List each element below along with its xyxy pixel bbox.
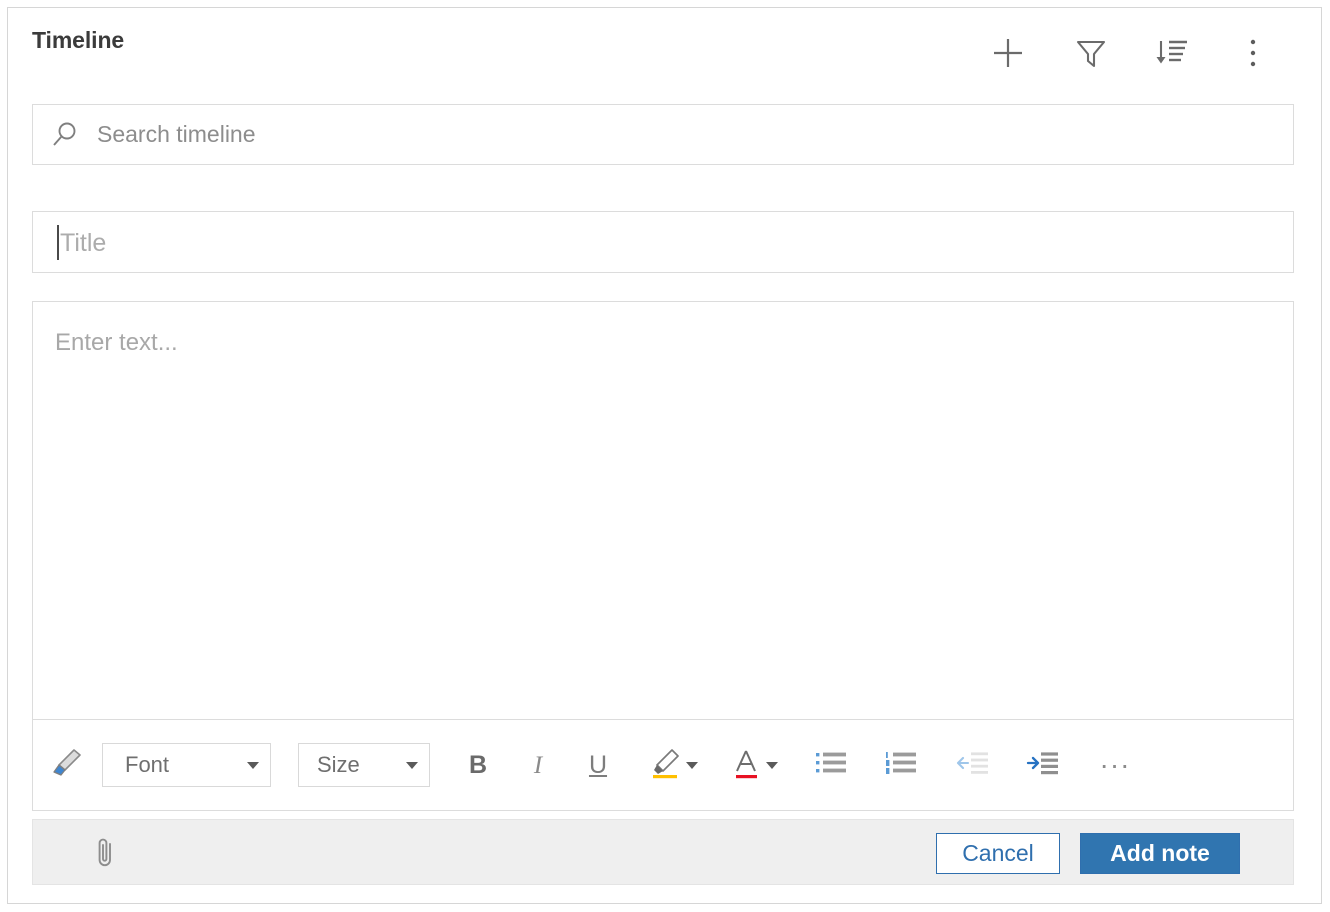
chevron-down-icon <box>247 761 259 769</box>
plus-icon <box>991 36 1025 75</box>
cancel-button-label: Cancel <box>962 840 1034 866</box>
format-painter-button[interactable] <box>33 737 99 793</box>
text-caret <box>57 225 59 260</box>
numbered-list-icon <box>885 749 917 782</box>
decrease-indent-button[interactable] <box>942 737 1004 793</box>
search-placeholder: Search timeline <box>97 121 256 147</box>
panel-header: Timeline <box>8 8 1321 85</box>
font-family-label: Font <box>125 752 170 777</box>
cancel-button[interactable]: Cancel <box>936 833 1060 874</box>
numbered-list-button[interactable] <box>870 737 932 793</box>
add-note-button[interactable]: Add note <box>1080 833 1240 874</box>
font-color-button[interactable] <box>716 737 794 793</box>
sort-descending-icon <box>1154 36 1190 75</box>
highlighter-icon <box>648 747 682 784</box>
increase-indent-icon <box>1026 749 1060 782</box>
underline-icon: U <box>588 750 608 779</box>
filter-button[interactable] <box>1068 32 1114 78</box>
bold-icon: B <box>468 750 488 779</box>
formatting-toolbar: Font Size B I U ··· <box>33 719 1293 810</box>
note-title-input[interactable]: Title <box>32 211 1294 273</box>
bold-button[interactable]: B <box>448 737 508 793</box>
underline-button[interactable]: U <box>568 737 628 793</box>
chevron-down-icon[interactable] <box>686 761 698 769</box>
chevron-down-icon <box>406 761 418 769</box>
attach-file-button[interactable] <box>86 834 126 874</box>
increase-indent-button[interactable] <box>1012 737 1074 793</box>
timeline-panel: Timeline Search timeline Title Enter tex… <box>7 7 1322 904</box>
font-family-select[interactable]: Font <box>102 743 271 787</box>
highlight-button[interactable] <box>634 737 712 793</box>
italic-button[interactable]: I <box>508 737 568 793</box>
bulleted-list-button[interactable] <box>800 737 862 793</box>
note-title-placeholder: Title <box>60 229 107 257</box>
sort-button[interactable] <box>1149 32 1195 78</box>
paperclip-icon <box>93 835 119 874</box>
chevron-down-icon[interactable] <box>766 761 778 769</box>
note-action-bar: Cancel Add note <box>32 819 1294 885</box>
italic-icon: I <box>533 751 543 779</box>
more-options-button[interactable] <box>1230 32 1276 78</box>
note-editor: Enter text... Font Size B I U ··· <box>32 301 1294 811</box>
toolbar-overflow-button[interactable]: ··· <box>1084 737 1146 793</box>
font-size-label: Size <box>317 752 360 777</box>
add-note-button-label: Add note <box>1110 840 1210 866</box>
bulleted-list-icon <box>815 749 847 782</box>
font-size-select[interactable]: Size <box>298 743 430 787</box>
page-title: Timeline <box>32 27 125 53</box>
note-body-placeholder: Enter text... <box>55 329 178 356</box>
format-painter-icon <box>49 747 83 784</box>
funnel-icon <box>1074 36 1108 75</box>
add-note-icon-button[interactable] <box>985 32 1031 78</box>
font-color-icon <box>732 747 762 784</box>
ellipsis-icon: ··· <box>1099 749 1131 780</box>
search-icon <box>33 120 97 150</box>
more-vertical-icon <box>1248 36 1258 75</box>
note-body-input[interactable]: Enter text... <box>33 302 1293 719</box>
decrease-indent-icon <box>956 749 990 782</box>
search-input[interactable]: Search timeline <box>32 104 1294 165</box>
